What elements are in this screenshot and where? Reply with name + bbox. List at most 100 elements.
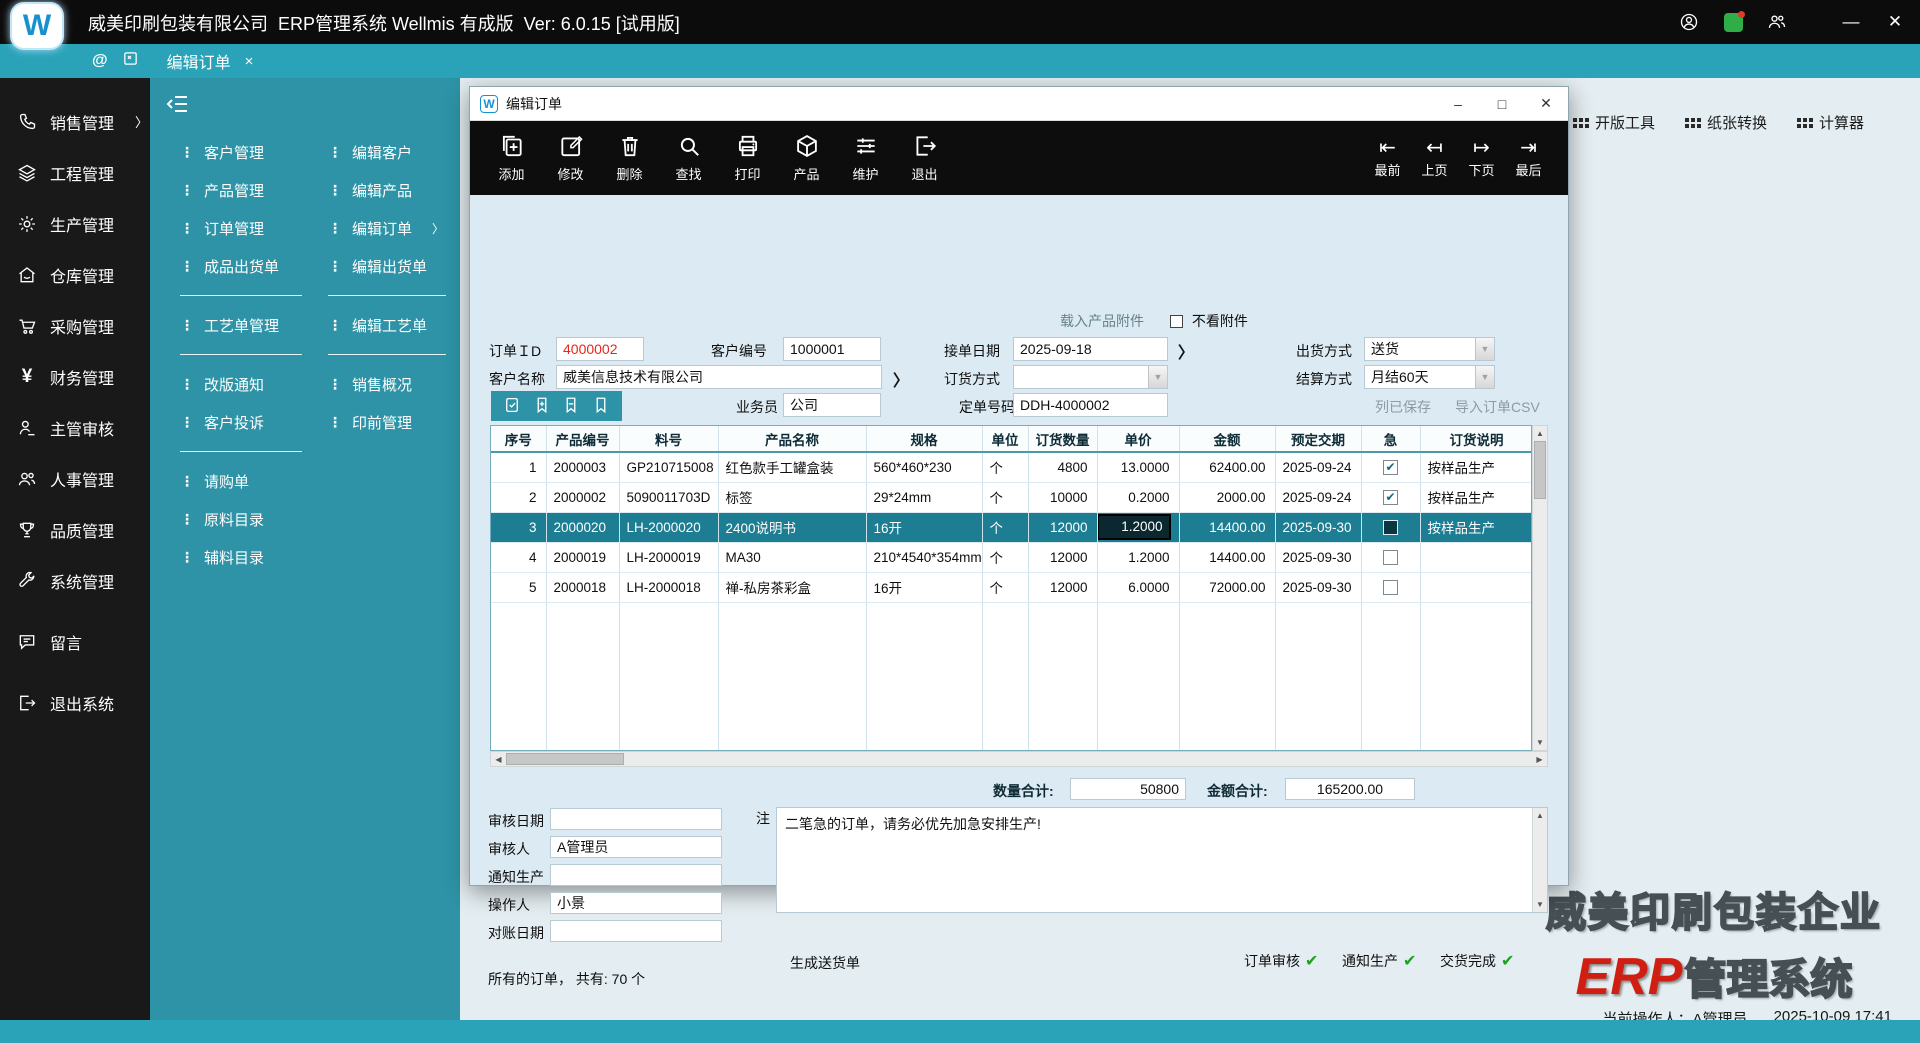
- table-row[interactable]: 22000002 5090011703D标签 29*24mm个 100000.2…: [491, 482, 1532, 512]
- edit-button[interactable]: 修改: [541, 126, 600, 190]
- dropdown-arrow-icon[interactable]: ▼: [1148, 366, 1167, 388]
- select-all-button[interactable]: [503, 396, 521, 417]
- export-window-icon[interactable]: [122, 50, 139, 72]
- submenu-item-shipment[interactable]: ⋮成品出货单: [180, 247, 308, 285]
- amount-total-field[interactable]: 165200.00: [1285, 778, 1415, 800]
- sidebar-item-quality[interactable]: 品质管理: [0, 504, 150, 555]
- table-vertical-scrollbar[interactable]: ▲ ▼: [1532, 425, 1548, 751]
- users-icon[interactable]: [1766, 11, 1788, 33]
- settle-method-select[interactable]: 月结60天▼: [1364, 365, 1495, 389]
- submenu-item-aux-material-list[interactable]: ⋮辅料目录: [180, 538, 308, 576]
- find-button[interactable]: 查找: [659, 126, 718, 190]
- scroll-down-icon[interactable]: ▼: [1533, 735, 1547, 750]
- bookmark-button[interactable]: [592, 396, 610, 417]
- hide-attachment-checkbox[interactable]: 不看附件: [1170, 311, 1248, 331]
- submenu-item-edit-product[interactable]: ⋮编辑产品: [328, 171, 452, 209]
- order-remark-textarea[interactable]: 二笔急的订单，请务必优先加急安排生产!: [777, 808, 1532, 912]
- sidebar-item-production[interactable]: 生产管理: [0, 198, 150, 249]
- scroll-left-icon[interactable]: ◀: [491, 752, 506, 766]
- scroll-right-icon[interactable]: ▶: [1532, 752, 1547, 766]
- close-button[interactable]: ✕: [1884, 11, 1906, 33]
- print-button[interactable]: 打印: [718, 126, 777, 190]
- add-button[interactable]: 添加: [482, 126, 541, 190]
- table-row-selected[interactable]: 32000020 LH-20000202400说明书 16开个 120001.2…: [491, 512, 1532, 542]
- submenu-item-craft-mgmt[interactable]: ⋮工艺单管理: [180, 306, 308, 344]
- nav-prev-button[interactable]: ↤上页: [1411, 126, 1458, 190]
- urgent-checkbox[interactable]: ✔: [1383, 460, 1398, 475]
- sidebar-item-finance[interactable]: ¥ 财务管理: [0, 351, 150, 402]
- tool-paper-convert[interactable]: 纸张转换: [1685, 112, 1767, 133]
- salesman-field[interactable]: 公司: [783, 393, 881, 417]
- qty-total-field[interactable]: 50800: [1070, 778, 1186, 800]
- urgent-checkbox[interactable]: ✔: [1383, 550, 1398, 565]
- urgent-checkbox[interactable]: ✔: [1383, 520, 1398, 535]
- scrollbar-thumb[interactable]: [506, 753, 624, 765]
- tab-edit-order[interactable]: 编辑订单 ×: [167, 49, 254, 73]
- tool-calculator[interactable]: 计算器: [1797, 112, 1864, 133]
- table-row[interactable]: 42000019 LH-2000019MA30 210*4540*354mm个 …: [491, 542, 1532, 572]
- exit-button[interactable]: 退出: [895, 126, 954, 190]
- customer-name-field[interactable]: 威美信息技术有限公司: [556, 365, 882, 389]
- scroll-up-icon[interactable]: ▲: [1533, 426, 1547, 441]
- maintain-button[interactable]: 维护: [836, 126, 895, 190]
- order-no-field[interactable]: DDH-4000002: [1013, 393, 1168, 417]
- auditor-field[interactable]: A管理员: [550, 836, 722, 858]
- dropdown-arrow-icon[interactable]: ▼: [1475, 366, 1494, 388]
- bookmark-remove-button[interactable]: [562, 396, 580, 417]
- submenu-item-edit-order[interactable]: ⋮编辑订单〉: [328, 209, 452, 247]
- dialog-close-button[interactable]: ✕: [1524, 87, 1568, 120]
- submenu-item-raw-material-list[interactable]: ⋮原料目录: [180, 500, 308, 538]
- reconcile-date-field[interactable]: [550, 920, 722, 942]
- dialog-maximize-button[interactable]: □: [1480, 87, 1524, 120]
- submenu-item-product-mgmt[interactable]: ⋮产品管理: [180, 171, 308, 209]
- sidebar-item-sales[interactable]: 销售管理〉: [0, 96, 150, 147]
- ship-method-select[interactable]: 送货▼: [1364, 337, 1495, 361]
- dialog-minimize-button[interactable]: –: [1436, 87, 1480, 120]
- brand-icon[interactable]: [1722, 11, 1744, 33]
- sidebar-item-messages[interactable]: 留言: [0, 616, 150, 667]
- submenu-item-customer-mgmt[interactable]: ⋮客户管理: [180, 133, 308, 171]
- receive-date-field[interactable]: 2025-09-18: [1013, 337, 1168, 361]
- customer-picker-arrow[interactable]: 〉: [893, 367, 909, 391]
- order-method-select[interactable]: ▼: [1013, 365, 1168, 389]
- table-row[interactable]: 12000003 GP210715008红色款手工罐盒装 560*460*230…: [491, 452, 1532, 482]
- sidebar-item-purchasing[interactable]: 采购管理: [0, 300, 150, 351]
- table-horizontal-scrollbar[interactable]: ◀ ▶: [490, 751, 1548, 767]
- sidebar-item-logout[interactable]: 退出系统: [0, 677, 150, 728]
- sidebar-item-warehouse[interactable]: 仓库管理: [0, 249, 150, 300]
- table-row[interactable]: 52000018 LH-2000018禅-私房茶彩盒 16开个 120006.0…: [491, 572, 1532, 602]
- submenu-item-purchase-request[interactable]: ⋮请购单: [180, 462, 308, 500]
- submenu-item-sales-overview[interactable]: ⋮销售概况: [328, 365, 452, 403]
- scroll-down-icon[interactable]: ▼: [1533, 897, 1547, 912]
- submenu-item-complaints[interactable]: ⋮客户投诉: [180, 403, 308, 441]
- notify-production-field[interactable]: [550, 864, 722, 886]
- scrollbar-thumb[interactable]: [1534, 441, 1546, 499]
- urgent-checkbox[interactable]: ✔: [1383, 490, 1398, 505]
- nav-last-button[interactable]: ⇥最后: [1505, 126, 1552, 190]
- make-delivery-button[interactable]: 生成送货单: [790, 953, 860, 973]
- sidebar-item-supervisor-audit[interactable]: 主管审核: [0, 402, 150, 453]
- remark-scrollbar[interactable]: ▲ ▼: [1532, 808, 1547, 912]
- submenu-item-edit-customer[interactable]: ⋮编辑客户: [328, 133, 452, 171]
- tool-plate-making[interactable]: 开版工具: [1573, 112, 1655, 133]
- delete-button[interactable]: 删除: [600, 126, 659, 190]
- minimize-button[interactable]: —: [1840, 11, 1862, 33]
- date-picker-arrow[interactable]: 〉: [1178, 339, 1194, 363]
- submenu-item-edit-shipment[interactable]: ⋮编辑出货单: [328, 247, 452, 285]
- load-attachment-button[interactable]: 载入产品附件: [1060, 311, 1144, 331]
- import-csv-button[interactable]: 导入订单CSV: [1455, 397, 1540, 417]
- submenu-item-revision-notice[interactable]: ⋮改版通知: [180, 365, 308, 403]
- tab-close-icon[interactable]: ×: [245, 53, 254, 70]
- nav-next-button[interactable]: ↦下页: [1458, 126, 1505, 190]
- submenu-item-order-mgmt[interactable]: ⋮订单管理: [180, 209, 308, 247]
- order-id-field[interactable]: 4000002: [556, 337, 644, 361]
- customer-no-field[interactable]: 1000001: [783, 337, 881, 361]
- operator-field[interactable]: 小景: [550, 892, 722, 914]
- product-button[interactable]: 产品: [777, 126, 836, 190]
- price-edit-cell[interactable]: 1.2000: [1099, 516, 1169, 538]
- bookmark-add-button[interactable]: [533, 396, 551, 417]
- urgent-checkbox[interactable]: ✔: [1383, 580, 1398, 595]
- submenu-item-prepress-mgmt[interactable]: ⋮印前管理: [328, 403, 452, 441]
- audit-date-field[interactable]: [550, 808, 722, 830]
- sidebar-item-hr[interactable]: 人事管理: [0, 453, 150, 504]
